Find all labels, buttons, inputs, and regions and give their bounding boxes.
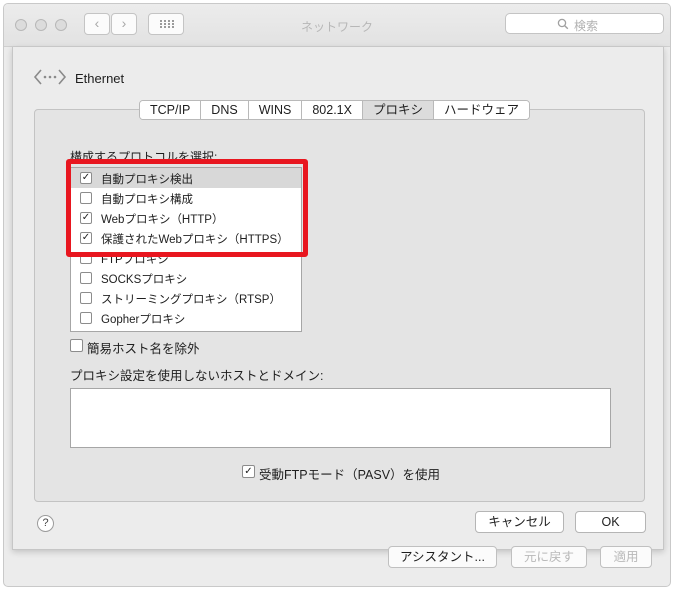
network-preferences-window: ‹ › ネットワーク 検索 Ethernet TCP/IP DNS WINS 8…	[3, 3, 671, 587]
protocol-checkbox[interactable]: ✓	[80, 232, 92, 244]
protocol-label: 保護されたWebプロキシ（HTTPS）	[101, 234, 289, 246]
protocol-row-gopher[interactable]: Gopherプロキシ	[71, 308, 301, 328]
search-placeholder: 検索	[574, 19, 599, 33]
apply-button[interactable]: 適用	[600, 546, 652, 568]
checkbox-box[interactable]	[70, 339, 83, 352]
protocol-checkbox[interactable]: ✓	[80, 212, 92, 224]
protocol-checkbox[interactable]: ✓	[80, 172, 92, 184]
protocol-label: ストリーミングプロキシ（RTSP）	[101, 294, 281, 306]
assistant-button[interactable]: アシスタント...	[388, 546, 497, 568]
protocol-row-auto-config[interactable]: 自動プロキシ構成	[71, 188, 301, 208]
tab-tcpip[interactable]: TCP/IP	[140, 101, 202, 119]
protocol-label: Gopherプロキシ	[101, 314, 186, 326]
protocol-row-rtsp[interactable]: ストリーミングプロキシ（RTSP）	[71, 288, 301, 308]
protocol-label: FTPプロキシ	[101, 254, 169, 266]
tab-dns[interactable]: DNS	[201, 101, 249, 119]
protocol-row-https[interactable]: ✓ 保護されたWebプロキシ（HTTPS）	[71, 228, 301, 248]
protocol-label: 自動プロキシ検出	[101, 174, 193, 186]
protocol-row-socks[interactable]: SOCKSプロキシ	[71, 268, 301, 288]
tab-wins[interactable]: WINS	[248, 101, 303, 119]
protocol-checkbox[interactable]	[80, 312, 92, 324]
protocol-checkbox[interactable]	[80, 272, 92, 284]
protocol-row-ftp[interactable]: FTPプロキシ	[71, 248, 301, 268]
tab-proxies[interactable]: プロキシ	[362, 101, 434, 119]
passive-ftp-label: 受動FTPモード（PASV）を使用	[259, 468, 441, 482]
title-bar: ‹ › ネットワーク 検索	[4, 4, 670, 47]
proxy-settings-sheet: Ethernet TCP/IP DNS WINS 802.1X プロキシ ハード…	[12, 47, 664, 550]
protocol-label: Webプロキシ（HTTP）	[101, 214, 224, 226]
bypass-hosts-textarea[interactable]	[70, 388, 611, 448]
protocol-checkbox[interactable]	[80, 192, 92, 204]
protocol-row-http[interactable]: ✓ Webプロキシ（HTTP）	[71, 208, 301, 228]
ethernet-icon	[33, 69, 67, 85]
exclude-simple-hostnames-label: 簡易ホスト名を除外	[87, 342, 200, 356]
protocol-checkbox[interactable]	[80, 292, 92, 304]
cancel-button[interactable]: キャンセル	[475, 511, 564, 533]
search-field[interactable]: 検索	[505, 13, 664, 34]
interface-name: Ethernet	[75, 71, 125, 86]
protocol-list: ✓ 自動プロキシ検出 自動プロキシ構成 ✓ Webプロキシ（HTTP） ✓ 保護…	[70, 167, 302, 332]
bypass-hosts-label: プロキシ設定を使用しないホストとドメイン:	[70, 369, 324, 383]
checkbox-box[interactable]: ✓	[242, 465, 255, 478]
protocol-label: SOCKSプロキシ	[101, 274, 188, 286]
protocol-label: 自動プロキシ構成	[101, 194, 193, 206]
protocol-row-auto-discovery[interactable]: ✓ 自動プロキシ検出	[71, 168, 301, 188]
protocol-checkbox[interactable]	[80, 252, 92, 264]
tab-hardware[interactable]: ハードウェア	[433, 101, 529, 119]
protocol-list-label: 構成するプロトコルを選択:	[70, 150, 218, 164]
ok-button[interactable]: OK	[575, 511, 646, 533]
help-button[interactable]: ?	[37, 515, 54, 532]
tab-8021x[interactable]: 802.1X	[302, 101, 363, 119]
revert-button[interactable]: 元に戻す	[511, 546, 587, 568]
tab-bar: TCP/IP DNS WINS 802.1X プロキシ ハードウェア	[139, 100, 530, 120]
search-icon	[557, 18, 569, 30]
